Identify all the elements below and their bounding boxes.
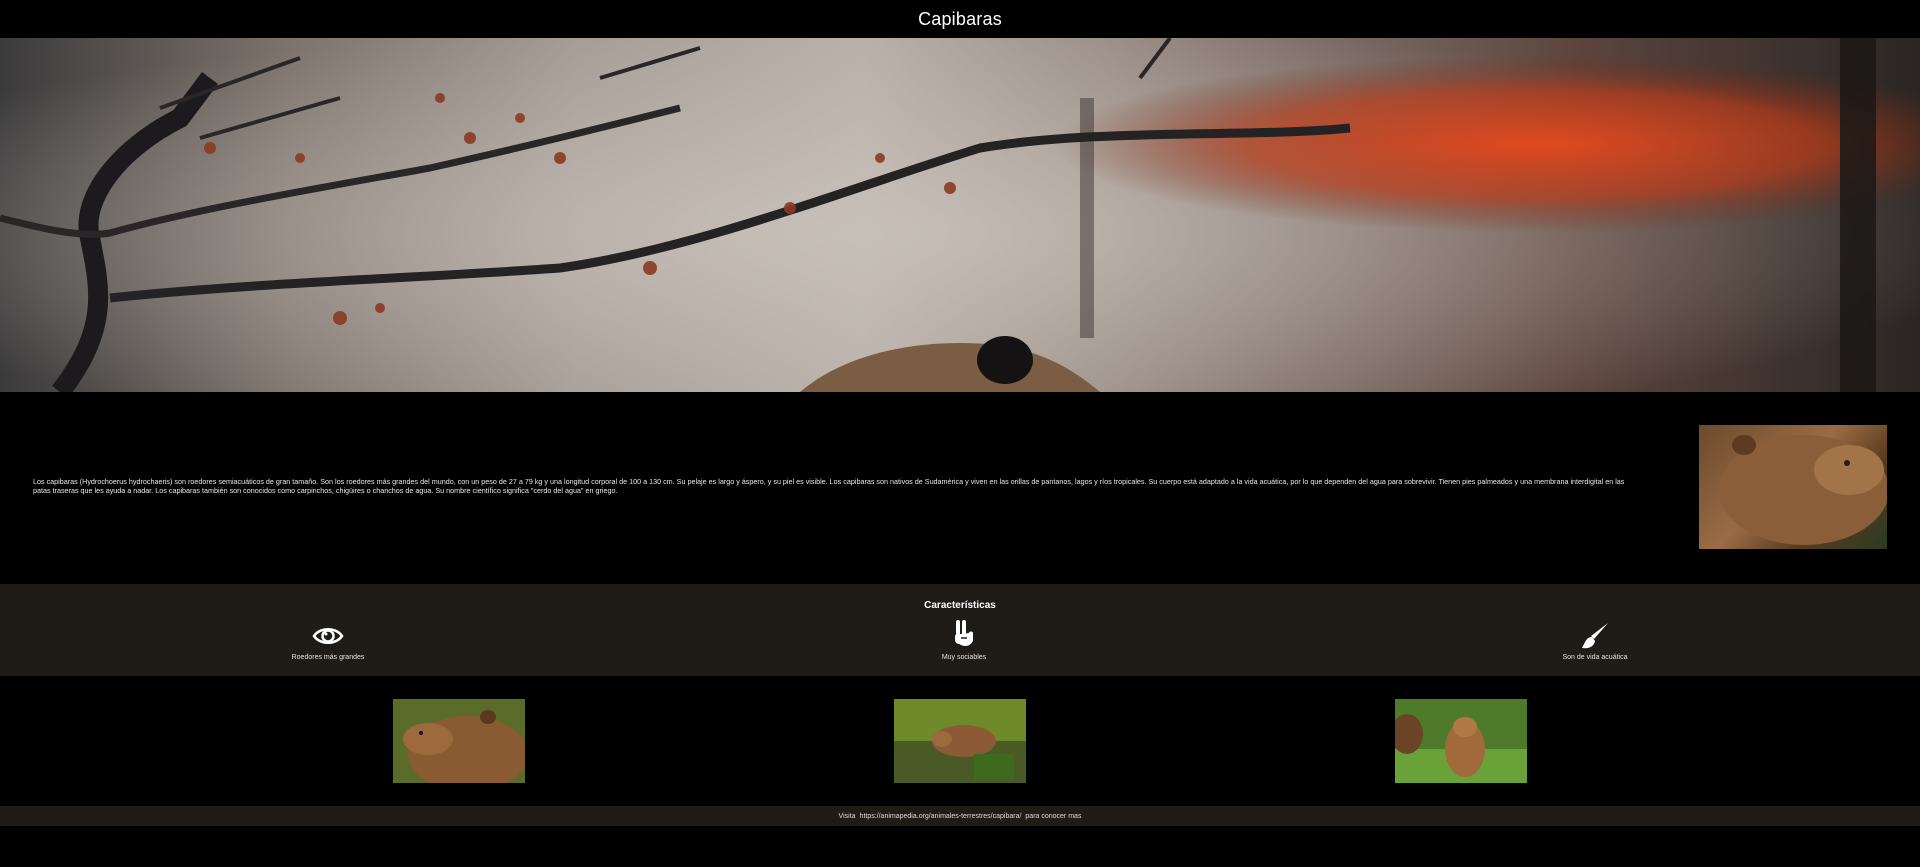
peace-hand-icon bbox=[946, 620, 982, 652]
paintbrush-icon bbox=[1577, 620, 1613, 652]
features-heading: Características bbox=[924, 600, 996, 611]
feature-label: Muy sociables bbox=[941, 654, 987, 661]
photo-gallery bbox=[0, 676, 1920, 806]
site-header: Capibaras bbox=[0, 0, 1920, 38]
feature-label: Roedores más grandes bbox=[291, 654, 365, 661]
page-title: Capibaras bbox=[918, 8, 1002, 29]
intro-capybara-photo bbox=[1699, 425, 1887, 549]
footer-prefix: Visita bbox=[838, 812, 856, 820]
hero-forest-capybara-illustration bbox=[0, 38, 1920, 392]
feature-item-aquatic-life: Son de vida acuática bbox=[1495, 620, 1695, 661]
gallery-photo-capybara-water bbox=[894, 699, 1026, 783]
intro-paragraph: Los capibaras (Hydrochoerus hydrochaeris… bbox=[33, 477, 1625, 495]
feature-item-sociable: Muy sociables bbox=[864, 620, 1064, 661]
intro-section: Los capibaras (Hydrochoerus hydrochaeris… bbox=[0, 392, 1920, 584]
eye-icon bbox=[310, 620, 346, 652]
features-section: Características Roedores más grandes Muy… bbox=[0, 584, 1920, 676]
gallery-photo-capybara-grass bbox=[1395, 699, 1527, 783]
hero-image bbox=[0, 38, 1920, 392]
feature-item-largest-rodents: Roedores más grandes bbox=[228, 620, 428, 661]
gallery-photo-capybara-profile bbox=[393, 699, 525, 783]
footer-link[interactable]: https://animapedia.org/animales-terrestr… bbox=[860, 813, 1022, 820]
feature-label: Son de vida acuática bbox=[1562, 654, 1628, 661]
site-footer: Visita https://animapedia.org/animales-t… bbox=[0, 806, 1920, 826]
footer-suffix: para conocer mas bbox=[1025, 812, 1082, 820]
